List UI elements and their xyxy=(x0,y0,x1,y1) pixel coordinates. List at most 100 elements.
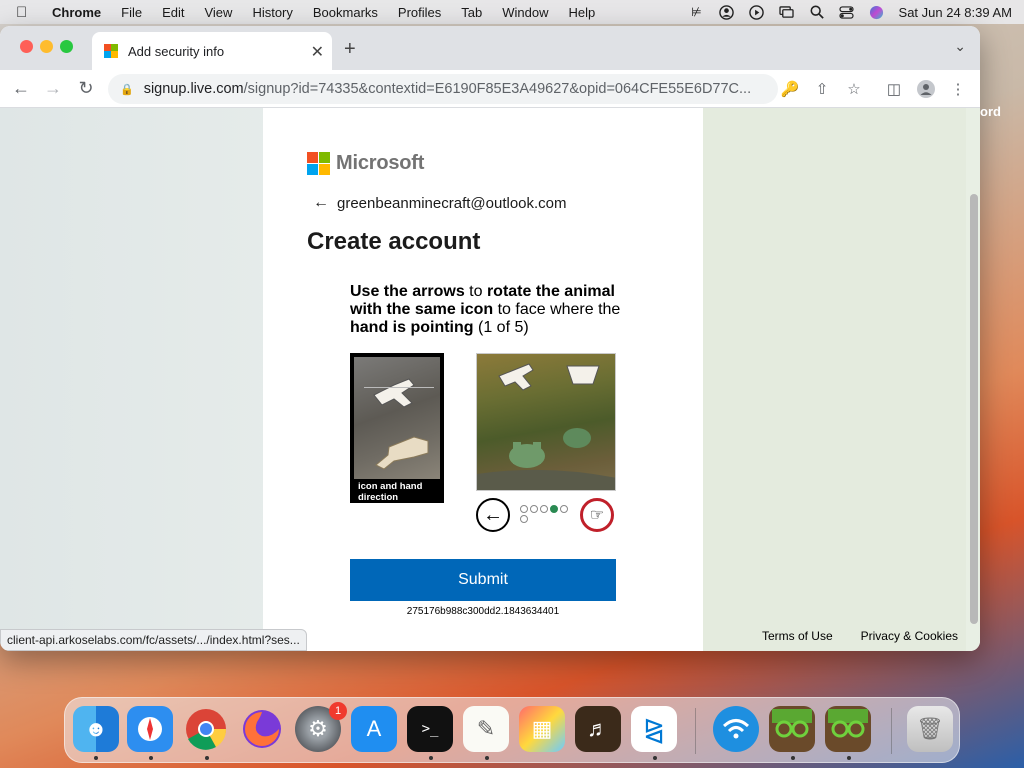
network-icon[interactable]: ⊭ xyxy=(689,4,705,20)
page-title: Create account xyxy=(307,228,481,255)
menubar-datetime[interactable]: Sat Jun 24 8:39 AM xyxy=(899,5,1012,20)
new-tab-icon[interactable]: + xyxy=(344,38,356,61)
microsoft-logo: Microsoft xyxy=(307,152,424,175)
signup-card: Microsoft ← greenbeanminecraft@outlook.c… xyxy=(263,108,703,651)
url-path: /signup?id=74335&contextid=E6190F85E3A49… xyxy=(243,81,752,97)
tab-search-chevron-icon[interactable]: ⌄ xyxy=(954,38,966,55)
dock-separator xyxy=(891,708,892,754)
running-indicator xyxy=(485,756,489,760)
reference-image: icon and hand direction xyxy=(350,353,444,503)
user-account-icon[interactable] xyxy=(719,4,735,20)
airplane-icon-shape xyxy=(373,378,415,408)
siri-icon[interactable] xyxy=(869,4,885,20)
lock-icon[interactable]: 🔒 xyxy=(120,83,134,96)
spotlight-search-icon[interactable] xyxy=(809,4,825,20)
minecraft-launcher-icon[interactable] xyxy=(769,706,815,752)
menu-history[interactable]: History xyxy=(252,5,292,20)
garageband-icon[interactable]: ♬ xyxy=(575,706,621,752)
running-indicator xyxy=(205,756,209,760)
vscode-icon[interactable]: ⧎ xyxy=(631,706,677,752)
bookmark-star-icon[interactable]: ☆ xyxy=(844,80,864,98)
finder-icon[interactable]: ☻ xyxy=(73,706,119,752)
menu-view[interactable]: View xyxy=(204,5,232,20)
running-indicator xyxy=(791,756,795,760)
side-panel-icon[interactable]: ◫ xyxy=(884,80,904,98)
chrome-window: Add security info ✕ + ⌄ ← → ↻ 🔒 signup.l… xyxy=(0,26,980,651)
app-store-icon[interactable]: A xyxy=(351,706,397,752)
submit-button[interactable]: Submit xyxy=(350,559,616,601)
trash-icon[interactable]: 🗑 xyxy=(907,706,953,752)
notification-badge: 1 xyxy=(329,702,347,720)
pagination-dot xyxy=(520,515,528,523)
screen-mirroring-icon[interactable] xyxy=(779,4,795,20)
menu-edit[interactable]: Edit xyxy=(162,5,184,20)
page-scrollbar[interactable] xyxy=(970,194,978,644)
window-zoom-button[interactable] xyxy=(60,40,73,53)
microsoft-squares-icon xyxy=(307,152,330,175)
running-indicator xyxy=(653,756,657,760)
pagination-dot xyxy=(550,505,558,513)
menu-app-name[interactable]: Chrome xyxy=(52,5,101,20)
menubar-status-area: ⊭ Sat Jun 24 8:39 AM xyxy=(689,0,1012,24)
menu-file[interactable]: File xyxy=(121,5,142,20)
rotate-left-button[interactable]: ← xyxy=(476,498,510,532)
profile-avatar-icon[interactable] xyxy=(916,80,936,102)
reload-icon[interactable]: ↻ xyxy=(75,78,97,99)
link-status-bar: client-api.arkoselabs.com/fc/assets/.../… xyxy=(0,629,307,651)
control-center-icon[interactable] xyxy=(839,4,855,20)
terminal-icon[interactable]: >_ xyxy=(407,706,453,752)
menu-profiles[interactable]: Profiles xyxy=(398,5,441,20)
menu-help[interactable]: Help xyxy=(569,5,596,20)
page-viewport: Microsoft ← greenbeanminecraft@outlook.c… xyxy=(0,108,980,651)
chrome-icon[interactable] xyxy=(183,706,229,752)
apple-menu-icon[interactable]:  xyxy=(16,4,38,21)
reference-caption: icon and hand direction xyxy=(358,481,423,503)
scrollbar-thumb[interactable] xyxy=(970,194,978,624)
window-minimize-button[interactable] xyxy=(40,40,53,53)
macos-dock: ☻ ⚙ 1 A >_ ✎ ▦ ♬ ⧎ 🗑 xyxy=(64,697,960,763)
account-email: greenbeanminecraft@outlook.com xyxy=(337,194,567,212)
minecraft-launcher-icon[interactable] xyxy=(825,706,871,752)
window-close-button[interactable] xyxy=(20,40,33,53)
session-id: 275176b988c300dd2.1843634401 xyxy=(406,606,560,617)
pagination-dot xyxy=(540,505,548,513)
reference-photo xyxy=(354,357,440,479)
forward-arrow-icon[interactable]: → xyxy=(42,78,64,99)
launchpad-icon[interactable]: ▦ xyxy=(519,706,565,752)
instruction-part: Use the arrows xyxy=(350,283,465,300)
instruction-part: hand is pointing xyxy=(350,319,474,336)
share-icon[interactable]: ⇧ xyxy=(812,80,832,98)
textedit-icon[interactable]: ✎ xyxy=(463,706,509,752)
url-host: signup.live.com xyxy=(143,81,244,97)
privacy-link[interactable]: Privacy & Cookies xyxy=(861,629,958,643)
play-icon[interactable] xyxy=(749,4,765,20)
rotatable-animal-image xyxy=(476,353,616,491)
captcha-instruction: Use the arrows to rotate the animal with… xyxy=(350,283,625,337)
back-arrow-icon[interactable]: ← xyxy=(10,78,32,99)
terms-link[interactable]: Terms of Use xyxy=(762,629,833,643)
running-indicator xyxy=(94,756,98,760)
running-indicator xyxy=(847,756,851,760)
background-panel xyxy=(703,108,966,651)
menu-window[interactable]: Window xyxy=(502,5,548,20)
menu-tab[interactable]: Tab xyxy=(461,5,482,20)
left-arrow-icon: ← xyxy=(483,503,503,526)
safari-icon[interactable] xyxy=(127,706,173,752)
password-key-icon[interactable]: 🔑 xyxy=(780,80,800,98)
instruction-part: to xyxy=(464,283,487,300)
menu-bookmarks[interactable]: Bookmarks xyxy=(313,5,378,20)
rotate-right-button[interactable]: ☞ xyxy=(580,498,614,532)
microsoft-favicon-icon xyxy=(104,44,118,58)
active-tab[interactable]: Add security info ✕ xyxy=(92,32,332,70)
tab-title: Add security info xyxy=(128,43,225,59)
dock-separator xyxy=(695,708,696,754)
wifi-app-icon[interactable] xyxy=(713,706,759,752)
firefox-icon[interactable] xyxy=(239,706,285,752)
tab-strip: Add security info ✕ + ⌄ xyxy=(0,26,980,70)
back-arrow-icon[interactable]: ← xyxy=(313,194,329,212)
chrome-menu-icon[interactable]: ⋮ xyxy=(948,80,968,98)
address-bar[interactable]: 🔒 signup.live.com/signup?id=74335&contex… xyxy=(108,74,778,104)
brand-name: Microsoft xyxy=(336,152,425,174)
identity-back-row[interactable]: ← greenbeanminecraft@outlook.com xyxy=(313,194,567,212)
tab-close-icon[interactable]: ✕ xyxy=(311,42,324,62)
